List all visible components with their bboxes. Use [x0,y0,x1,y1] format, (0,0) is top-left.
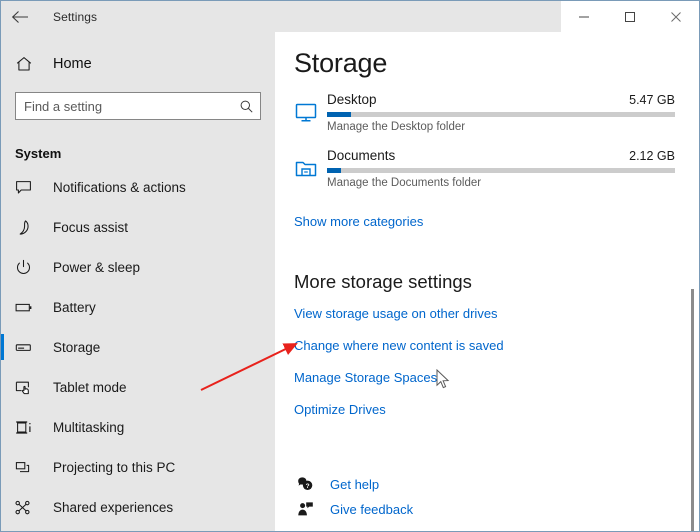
search-icon[interactable] [232,93,260,119]
sidebar-item-shared-experiences[interactable]: Shared experiences [1,487,275,527]
mouse-cursor [436,368,451,396]
close-icon [671,11,681,22]
more-storage-settings-header: More storage settings [294,271,472,292]
link-view-storage-usage-on-other-drives[interactable]: View storage usage on other drives [294,306,699,321]
link-change-where-new-content-is-saved[interactable]: Change where new content is saved [294,338,699,353]
sidebar-item-storage[interactable]: Storage [1,327,275,367]
sidebar-item-battery[interactable]: Battery [1,287,275,327]
sidebar-item-projecting-to-this-pc[interactable]: Projecting to this PC [1,447,275,487]
sidebar: Home System Notifications & actions [1,32,275,531]
storage-usage-fill [327,112,352,117]
sidebar-item-label: Storage [53,339,101,355]
notification-icon [15,179,37,196]
show-more-categories-link[interactable]: Show more categories [294,214,423,229]
sidebar-item-label: Battery [53,299,96,315]
sidebar-item-notifications-actions[interactable]: Notifications & actions [1,167,275,207]
sidebar-item-label: Multitasking [53,419,125,435]
sidebar-item-home-label: Home [53,56,92,72]
storage-body: Documents 2.12 GB Manage the Documents f… [327,148,699,189]
tablet-mode-icon [15,379,37,396]
get-help-link[interactable]: Get help [330,477,379,492]
moon-icon [15,219,37,236]
battery-icon [15,299,37,316]
home-icon [15,55,37,73]
title-bar: Settings [1,1,699,32]
storage-subtitle: Manage the Desktop folder [327,121,466,133]
get-help-row[interactable]: ? Get help [294,472,654,497]
documents-folder-icon [294,156,320,182]
storage-usage-fill [327,168,341,173]
storage-drive-icon [15,339,37,356]
feedback-person-icon [294,501,316,518]
storage-size: 5.47 GB [629,93,675,107]
main-content: Storage Desktop 5.47 GB Manage the Deskt… [275,32,699,531]
app-title: Settings [53,9,98,24]
more-storage-links: View storage usage on other drives Chang… [275,306,699,417]
sidebar-item-label: Notifications & actions [53,179,186,195]
maximize-button[interactable] [607,1,653,32]
storage-size: 2.12 GB [629,149,675,163]
sidebar-item-home[interactable]: Home [1,46,275,82]
sidebar-item-label: Power & sleep [53,259,141,275]
back-button[interactable] [1,1,41,32]
sidebar-section-header: System [15,146,62,161]
sidebar-item-multitasking[interactable]: Multitasking [1,407,275,447]
link-manage-storage-spaces[interactable]: Manage Storage Spaces [294,370,699,385]
help-bubble-icon: ? [294,476,316,493]
minimize-button[interactable] [561,1,607,32]
link-optimize-drives[interactable]: Optimize Drives [294,402,699,417]
storage-row-desktop[interactable]: Desktop 5.47 GB Manage the Desktop folde… [275,92,699,148]
scrollbar-thumb[interactable] [691,289,694,531]
minimize-icon [579,16,589,17]
close-button[interactable] [653,1,699,32]
sidebar-item-tablet-mode[interactable]: Tablet mode [1,367,275,407]
shared-experiences-icon [15,499,37,516]
storage-usage-bar [327,168,675,173]
sidebar-item-label: Projecting to this PC [53,459,176,475]
storage-row-documents[interactable]: Documents 2.12 GB Manage the Documents f… [275,148,699,204]
give-feedback-link[interactable]: Give feedback [330,502,413,517]
search-input[interactable] [16,93,232,119]
storage-header-line: Documents 2.12 GB [327,148,675,163]
storage-category-list: Desktop 5.47 GB Manage the Desktop folde… [275,92,699,204]
sidebar-item-label: Tablet mode [53,379,127,395]
storage-name: Documents [327,148,396,163]
back-arrow-icon [11,10,28,23]
help-block: ? Get help Give feedback [294,472,654,522]
show-more-categories-wrap: Show more categories [294,213,699,231]
give-feedback-row[interactable]: Give feedback [294,497,654,522]
storage-subtitle: Manage the Documents folder [327,177,482,189]
multitasking-icon [15,419,37,436]
storage-usage-bar [327,112,675,117]
storage-header-line: Desktop 5.47 GB [327,92,675,107]
title-bar-left: Settings [1,1,561,32]
sidebar-item-label: Shared experiences [53,499,174,515]
settings-window: Settings Home Find a setting System Noti… [0,0,700,532]
sidebar-item-power-sleep[interactable]: Power & sleep [1,247,275,287]
sidebar-item-focus-assist[interactable]: Focus assist [1,207,275,247]
projecting-icon [15,459,37,476]
sidebar-item-label: Focus assist [53,219,129,235]
power-icon [15,259,37,276]
storage-body: Desktop 5.47 GB Manage the Desktop folde… [327,92,699,133]
monitor-icon [294,100,320,126]
caption-buttons [561,1,699,32]
storage-name: Desktop [327,92,377,107]
page-title: Storage [294,48,388,78]
search-box[interactable] [15,92,261,120]
content-scrollbar[interactable] [687,32,698,531]
maximize-icon [625,11,635,22]
svg-text:?: ? [305,483,309,490]
